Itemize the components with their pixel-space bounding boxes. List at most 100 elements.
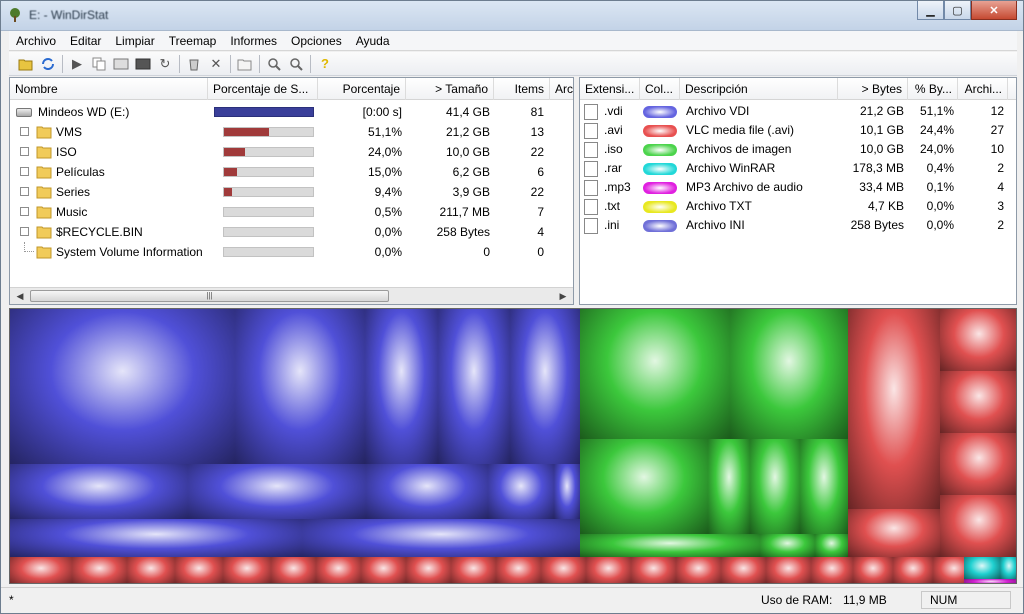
expand-toggle[interactable] <box>20 227 29 236</box>
copy-icon[interactable] <box>88 54 110 74</box>
properties-icon[interactable] <box>234 54 256 74</box>
menu-opciones[interactable]: Opciones <box>284 34 349 48</box>
treemap-tile[interactable] <box>815 534 848 557</box>
tree-row[interactable]: Series 9,4% 3,9 GB 22 <box>10 182 573 202</box>
minimize-button[interactable]: ▁ <box>917 1 944 20</box>
tree-row[interactable]: Películas 15,0% 6,2 GB 6 <box>10 162 573 182</box>
treemap-tile[interactable] <box>235 309 365 464</box>
treemap-tile[interactable] <box>964 579 1016 583</box>
tree-row[interactable]: VMS 51,1% 21,2 GB 13 <box>10 122 573 142</box>
treemap-tile[interactable] <box>10 464 188 519</box>
expand-toggle[interactable] <box>20 167 29 176</box>
column-files[interactable]: Arc <box>550 78 573 100</box>
column-size[interactable]: > Tamaño <box>406 78 494 100</box>
treemap-tile[interactable] <box>760 534 815 557</box>
treemap-tile[interactable] <box>302 519 580 557</box>
column-description[interactable]: Descripción <box>680 78 838 100</box>
treemap-tile[interactable] <box>766 557 811 583</box>
treemap-tile[interactable] <box>438 309 510 464</box>
tree-horizontal-scrollbar[interactable]: ◀ ||| ▶ <box>10 287 573 304</box>
extension-row[interactable]: .avi VLC media file (.avi) 10,1 GB 24,4% 27 <box>580 121 1016 140</box>
scroll-left-icon[interactable]: ◀ <box>12 289 28 303</box>
menu-archivo[interactable]: Archivo <box>9 34 63 48</box>
treemap-tile[interactable] <box>940 495 1016 557</box>
treemap[interactable] <box>9 308 1017 584</box>
tree-row[interactable]: System Volume Information 0,0% 0 0 <box>10 242 573 262</box>
treemap-tile[interactable] <box>365 309 438 464</box>
help-icon[interactable]: ? <box>314 54 336 74</box>
treemap-tile[interactable] <box>361 557 406 583</box>
treemap-tile[interactable] <box>10 309 235 464</box>
treemap-tile[interactable] <box>541 557 586 583</box>
treemap-tile[interactable] <box>451 557 496 583</box>
directory-tree[interactable]: Nombre Porcentaje de S... Porcentaje > T… <box>9 77 574 305</box>
open-icon[interactable] <box>15 54 37 74</box>
treemap-tile[interactable] <box>271 557 316 583</box>
tree-row[interactable]: $RECYCLE.BIN 0,0% 258 Bytes 4 <box>10 222 573 242</box>
tree-row[interactable]: ISO 24,0% 10,0 GB 22 <box>10 142 573 162</box>
treemap-tile[interactable] <box>964 557 1000 579</box>
extension-row[interactable]: .vdi Archivo VDI 21,2 GB 51,1% 12 <box>580 102 1016 121</box>
cmd-icon[interactable] <box>132 54 154 74</box>
treemap-tile[interactable] <box>730 309 848 439</box>
delete-recycle-icon[interactable] <box>183 54 205 74</box>
treemap-tile[interactable] <box>893 557 933 583</box>
treemap-tile[interactable] <box>721 557 766 583</box>
treemap-tile[interactable] <box>488 464 554 519</box>
title-bar[interactable]: E: - WinDirStat ▁ ▢ ✕ <box>1 1 1023 31</box>
play-icon[interactable]: ▶ <box>66 54 88 74</box>
treemap-tile[interactable] <box>848 509 940 557</box>
column-percent-bytes[interactable]: % By... <box>908 78 958 100</box>
column-name[interactable]: Nombre <box>10 78 208 100</box>
expand-toggle[interactable] <box>20 187 29 196</box>
column-file-count[interactable]: Archi... <box>958 78 1008 100</box>
zoom-out-icon[interactable] <box>285 54 307 74</box>
treemap-tile[interactable] <box>1000 557 1016 579</box>
treemap-tile[interactable] <box>586 557 631 583</box>
zoom-in-icon[interactable] <box>263 54 285 74</box>
tree-row[interactable]: Mindeos WD (E:) [0:00 s] 41,4 GB 81 <box>10 102 573 122</box>
treemap-tile[interactable] <box>811 557 853 583</box>
treemap-tile[interactable] <box>750 439 800 534</box>
treemap-tile[interactable] <box>316 557 361 583</box>
treemap-tile[interactable] <box>676 557 721 583</box>
treemap-tile[interactable] <box>188 464 366 519</box>
expand-toggle[interactable] <box>20 147 29 156</box>
scroll-thumb[interactable]: ||| <box>30 290 389 302</box>
treemap-tile[interactable] <box>10 519 302 557</box>
treemap-tile[interactable] <box>366 464 488 519</box>
treemap-tile[interactable] <box>580 439 708 534</box>
treemap-tile[interactable] <box>10 557 72 583</box>
treemap-tile[interactable] <box>940 309 1016 371</box>
column-percentage[interactable]: Porcentaje <box>318 78 406 100</box>
tree-row[interactable]: Music 0,5% 211,7 MB 7 <box>10 202 573 222</box>
treemap-tile[interactable] <box>708 439 750 534</box>
treemap-tile[interactable] <box>631 557 676 583</box>
treemap-tile[interactable] <box>853 557 893 583</box>
menu-treemap[interactable]: Treemap <box>162 34 224 48</box>
treemap-tile[interactable] <box>175 557 223 583</box>
column-bytes[interactable]: > Bytes <box>838 78 908 100</box>
menu-editar[interactable]: Editar <box>63 34 108 48</box>
menu-ayuda[interactable]: Ayuda <box>349 34 397 48</box>
refresh-icon[interactable] <box>37 54 59 74</box>
extension-row[interactable]: .txt Archivo TXT 4,7 KB 0,0% 3 <box>580 197 1016 216</box>
treemap-tile[interactable] <box>496 557 541 583</box>
treemap-tile[interactable] <box>800 439 848 534</box>
treemap-tile[interactable] <box>940 371 1016 433</box>
treemap-tile[interactable] <box>580 309 730 439</box>
scroll-right-icon[interactable]: ▶ <box>555 289 571 303</box>
treemap-tile[interactable] <box>510 309 580 464</box>
treemap-tile[interactable] <box>223 557 271 583</box>
column-color[interactable]: Col... <box>640 78 680 100</box>
menu-limpiar[interactable]: Limpiar <box>108 34 161 48</box>
treemap-tile[interactable] <box>72 557 127 583</box>
extension-row[interactable]: .ini Archivo INI 258 Bytes 0,0% 2 <box>580 216 1016 235</box>
maximize-button[interactable]: ▢ <box>944 1 971 20</box>
treemap-tile[interactable] <box>848 309 940 509</box>
column-subtree-percentage[interactable]: Porcentaje de S... <box>208 78 318 100</box>
treemap-tile[interactable] <box>554 464 580 519</box>
treemap-tile[interactable] <box>127 557 175 583</box>
column-extension[interactable]: Extensi... <box>580 78 640 100</box>
menu-informes[interactable]: Informes <box>223 34 284 48</box>
